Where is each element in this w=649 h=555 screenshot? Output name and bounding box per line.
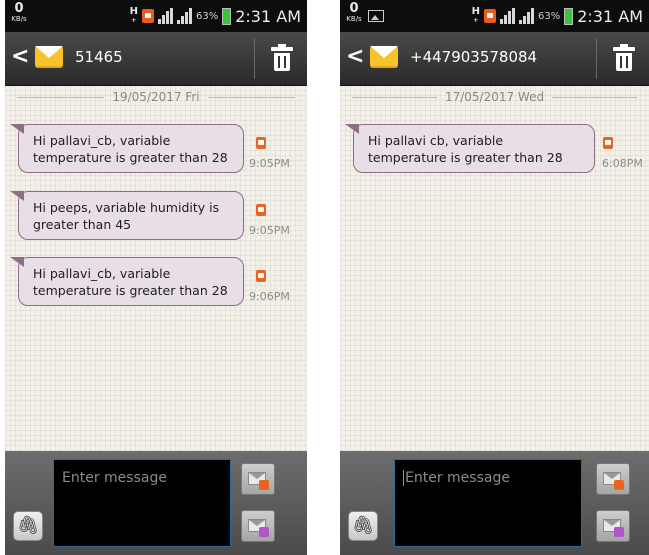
clock: 2:31 AM [235,6,301,26]
message-bubble[interactable]: Hi peeps, variable humidity is greater t… [10,191,244,240]
date-separator: 19/05/2017 Fri [17,88,295,106]
message-text: temperature is greater than 28 [33,283,228,298]
send-mms-button[interactable] [241,510,275,542]
battery-icon [564,7,574,25]
delete-button[interactable] [613,44,635,71]
header-divider [596,38,597,79]
send-sms-button[interactable] [596,463,630,495]
network-type-icon: H + [129,6,138,25]
paperclip-icon: 🖇 [351,515,375,536]
message-time: 6:08PM [602,157,643,170]
network-type-icon: H + [471,6,480,25]
delete-button[interactable] [271,44,293,71]
message-bubble[interactable]: Hi pallavi cb, variable temperature is g… [345,124,595,173]
paperclip-icon: 🖇 [16,515,40,536]
contact-name: +447903578084 [410,48,538,66]
back-button[interactable]: < [11,45,29,69]
text-cursor [403,470,404,486]
message-text: temperature is greater than 28 [368,150,563,165]
clock: 2:31 AM [577,6,643,26]
trash-icon [271,44,293,51]
composer-bar: 🖇 Enter message [340,451,649,555]
battery-percent: 63% [538,10,561,22]
battery-percent: 63% [196,10,219,22]
composer-bar: 🖇 Enter message [5,451,307,555]
phone-screen-right: 0 KB/s H + 63% 2:31 AM < +447903578084 17/… [340,0,649,555]
trash-icon [613,44,635,51]
conversation-header: < 51465 [5,32,307,86]
phone-screen-left: 0 KB/s H + 63% 2:31 AM < 51465 19/05/2017 … [5,0,307,555]
back-button[interactable]: < [346,45,364,69]
contact-name: 51465 [75,48,123,66]
sms-status-icon [256,204,266,216]
notification-icon [142,9,154,23]
status-bar: 0 KB/s H + 63% 2:31 AM [340,0,649,32]
notification-icon [484,9,496,23]
header-divider [254,38,255,79]
message-input[interactable]: Enter message [394,459,582,547]
message-time: 9:06PM [249,290,290,303]
network-speed: 0 KB/s [11,1,27,23]
conversation-date: 19/05/2017 Fri [112,90,200,104]
message-input-placeholder: Enter message [405,470,510,486]
network-speed: 0 KB/s [346,1,362,23]
sms-status-icon [603,137,613,149]
attach-button[interactable]: 🖇 [13,511,43,541]
conversation-header: < +447903578084 [340,32,649,86]
sms-status-icon [256,270,266,282]
gallery-icon [368,10,384,22]
message-text: Hi pallavi_cb, variable [33,266,171,281]
message-bubble[interactable]: Hi pallavi_cb, variable temperature is g… [10,124,244,173]
wifi-signal-icon [500,8,515,24]
message-text: Hi pallavi_cb, variable [33,133,171,148]
message-time: 9:05PM [249,157,290,170]
date-separator: 17/05/2017 Wed [352,88,638,106]
wifi-signal-icon [158,8,173,24]
status-bar: 0 KB/s H + 63% 2:31 AM [5,0,307,32]
message-input-placeholder: Enter message [62,470,167,486]
message-bubble[interactable]: Hi pallavi_cb, variable temperature is g… [10,257,244,306]
message-text: greater than 45 [33,217,132,232]
envelope-icon [35,46,63,68]
message-text: Hi peeps, variable humidity is [33,200,220,215]
conversation-date: 17/05/2017 Wed [444,90,545,104]
send-sms-button[interactable] [241,463,275,495]
message-text: Hi pallavi cb, variable [368,133,504,148]
message-time: 9:05PM [249,224,290,237]
message-text: temperature is greater than 28 [33,150,228,165]
attach-button[interactable]: 🖇 [348,511,378,541]
battery-icon [222,7,232,25]
send-mms-button[interactable] [596,510,630,542]
cell-signal-icon [519,8,534,24]
cell-signal-icon [177,8,192,24]
envelope-icon [370,46,398,68]
sms-status-icon [256,137,266,149]
message-input[interactable]: Enter message [53,459,231,547]
